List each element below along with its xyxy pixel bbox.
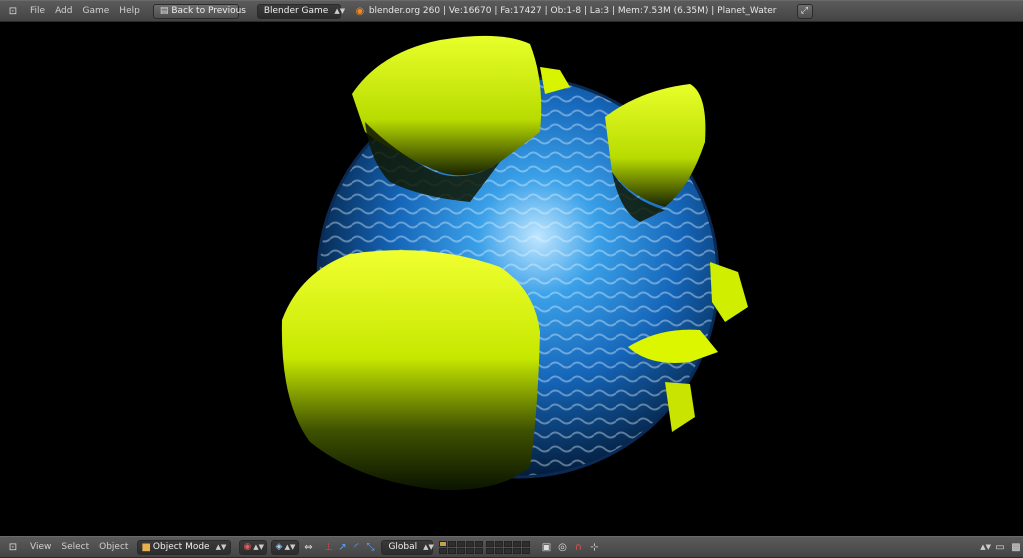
back-icon: ▤: [159, 6, 169, 16]
menu-view[interactable]: View: [30, 542, 51, 552]
updown-arrows-icon: ▲▼: [284, 543, 296, 551]
menu-add[interactable]: Add: [55, 6, 72, 16]
land-left-large: [281, 250, 540, 491]
layer-group-1[interactable]: [439, 540, 484, 554]
translate-icon[interactable]: ↗: [335, 540, 349, 554]
updown-arrows-icon: ▲▼: [980, 543, 991, 551]
snap-toggle-icon[interactable]: ◎: [555, 540, 569, 554]
shading-select[interactable]: ◉ ▲▼: [239, 539, 268, 555]
menu-help[interactable]: Help: [119, 6, 140, 16]
updown-arrows-icon: ▲▼: [253, 543, 265, 551]
orientation-select-value: Global: [388, 542, 418, 552]
snap-element-icon[interactable]: ⊹: [587, 540, 601, 554]
scene-stats: blender.org 260 | Ve:16670 | Fa:17427 | …: [368, 6, 777, 16]
editor-type-icon[interactable]: ⊡: [6, 4, 20, 18]
scale-icon[interactable]: ⤡: [363, 540, 377, 554]
pivot-icon: ◈: [275, 542, 283, 552]
menu-file[interactable]: File: [30, 6, 45, 16]
engine-select[interactable]: Blender Game ▲▼: [256, 3, 345, 19]
planet-render: [281, 35, 748, 491]
layers-icon[interactable]: [439, 540, 533, 554]
cube-icon: ■: [141, 541, 151, 553]
fullscreen-icon: ⤢: [800, 6, 809, 16]
editor-type-icon[interactable]: ⊡: [6, 540, 20, 554]
updown-arrows-icon: ▲▼: [423, 543, 434, 551]
menu-select[interactable]: Select: [61, 542, 89, 552]
back-to-previous-label: Back to Previous: [171, 6, 246, 16]
rotate-icon[interactable]: ◜: [349, 540, 363, 554]
mode-select-value: Object Mode: [152, 542, 210, 552]
back-to-previous-button[interactable]: ▤ Back to Previous: [152, 3, 246, 19]
info-header: ⊡ File Add Game Help ▤ Back to Previous …: [0, 0, 1023, 22]
orientation-select[interactable]: Global ▲▼: [381, 539, 434, 555]
render-animation-icon[interactable]: ▩: [1009, 540, 1023, 554]
blender-logo-icon: ◉: [355, 5, 365, 17]
fullscreen-button[interactable]: ⤢: [796, 3, 813, 19]
land-right-bottom: [665, 382, 695, 432]
pivot-select[interactable]: ◈ ▲▼: [271, 539, 300, 555]
updown-arrows-icon: ▲▼: [215, 543, 227, 551]
snap-icon[interactable]: ∩: [571, 540, 585, 554]
mode-select[interactable]: ■ Object Mode ▲▼: [137, 539, 232, 555]
render-icon[interactable]: ▭: [993, 540, 1007, 554]
engine-select-value: Blender Game: [263, 6, 329, 16]
menu-object[interactable]: Object: [99, 542, 128, 552]
menu-game[interactable]: Game: [83, 6, 110, 16]
layer-group-2[interactable]: [486, 540, 531, 554]
3d-viewport[interactable]: [0, 22, 1023, 536]
3d-view-header: ⊡ View Select Object ■ Object Mode ▲▼ ◉ …: [0, 536, 1023, 558]
proportional-icon[interactable]: ⇔: [301, 540, 315, 554]
shading-icon: ◉: [243, 542, 252, 552]
manipulator-icon[interactable]: ⊥: [321, 540, 335, 554]
updown-arrows-icon: ▲▼: [334, 7, 346, 15]
lock-layers-icon[interactable]: ▣: [539, 540, 553, 554]
